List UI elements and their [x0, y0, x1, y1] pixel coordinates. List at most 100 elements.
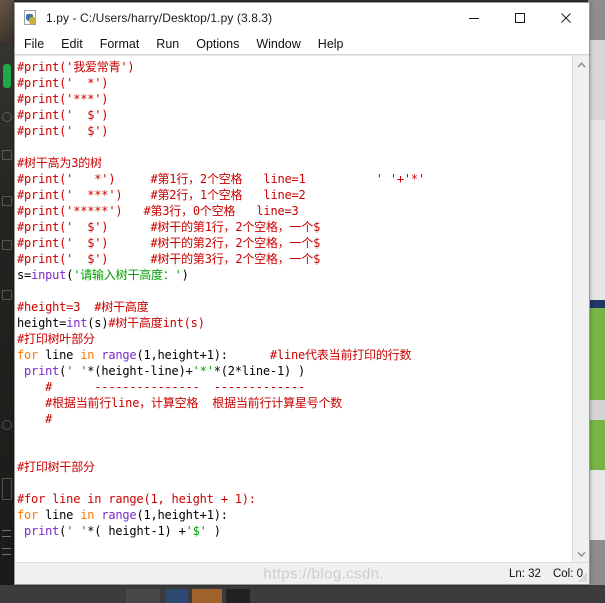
- code-token: # --------------- -------------: [17, 380, 306, 394]
- code-token: s=: [17, 268, 32, 282]
- code-line: s=input('请输入树干高度：'): [17, 267, 572, 283]
- code-line: #print(' $'): [17, 107, 572, 123]
- code-line: #print(' ***') #第2行，1个空格 line=2: [17, 187, 572, 203]
- window-controls: [451, 3, 589, 33]
- code-line: #: [17, 411, 572, 427]
- scroll-up-button[interactable]: [573, 56, 589, 73]
- menu-item-help[interactable]: Help: [318, 34, 352, 54]
- resize-grip-icon[interactable]: [576, 571, 588, 583]
- code-token: (1,height+1):: [136, 348, 270, 362]
- code-token: #打印树干部分: [17, 460, 95, 474]
- minimize-button[interactable]: [451, 3, 497, 33]
- taskbar-icon-browser[interactable]: [2, 290, 12, 300]
- code-token: range: [101, 508, 137, 522]
- code-line: for line in range(1,height+1): #line代表当前…: [17, 347, 572, 363]
- code-token: #print(' $'): [17, 108, 109, 122]
- taskbar-button[interactable]: [226, 589, 250, 603]
- menu-item-edit[interactable]: Edit: [61, 34, 91, 54]
- code-token: print: [24, 524, 60, 538]
- code-text-area[interactable]: #print('我爱常青') #print(' *') #print('***') #…: [15, 56, 572, 562]
- bottom-taskbar[interactable]: [0, 585, 605, 603]
- code-token: #print('***'): [17, 92, 109, 106]
- python-file-icon: [23, 10, 39, 26]
- code-line: #print('*****') #第3行，0个空格 line=3: [17, 203, 572, 219]
- menu-item-options[interactable]: Options: [196, 34, 247, 54]
- code-token: ' ': [66, 364, 88, 378]
- taskbar-divider-line: [2, 536, 11, 537]
- chevron-up-icon: [576, 61, 586, 67]
- code-token: height=: [17, 316, 67, 330]
- maximize-icon: [515, 13, 525, 23]
- watermark-text: https://blog.csdn.: [263, 565, 385, 582]
- window-titlebar[interactable]: 1.py - C:/Users/harry/Desktop/1.py (3.8.…: [15, 3, 589, 33]
- taskbar-button[interactable]: [126, 589, 160, 603]
- menu-item-window[interactable]: Window: [256, 34, 308, 54]
- code-token: *(height-line)+: [87, 364, 193, 378]
- code-token: #打印树叶部分: [17, 332, 95, 346]
- menu-item-run[interactable]: Run: [156, 34, 187, 54]
- close-button[interactable]: [543, 3, 589, 33]
- code-line: #打印树叶部分: [17, 331, 572, 347]
- code-line: #print(' $'): [17, 123, 572, 139]
- code-line: #print(' *') #第1行，2个空格 line=1 ' '+'*': [17, 171, 572, 187]
- code-token: in: [80, 508, 95, 522]
- code-token: #根据当前行line，计算空格 根据当前行计算星号个数: [17, 396, 343, 410]
- code-token: #for line in range(1, height + 1):: [17, 492, 256, 506]
- code-token: ): [181, 268, 189, 282]
- code-token: '$': [185, 524, 207, 538]
- code-token: #height=3 #树干高度: [17, 300, 149, 314]
- code-token: '请输入树干高度：': [73, 268, 182, 282]
- menu-item-file[interactable]: File: [24, 34, 52, 54]
- code-line: for line in range(1,height+1):: [17, 507, 572, 523]
- scroll-down-button[interactable]: [573, 545, 589, 562]
- code-line: #print(' $') #树干的第1行，2个空格，一个$: [17, 219, 572, 235]
- taskbar-button[interactable]: [192, 589, 222, 603]
- chevron-down-icon: [576, 551, 586, 557]
- code-line: height=int(s)#树干高度int(s): [17, 315, 572, 331]
- code-token: #print('*****') #第3行，0个空格 line=3: [17, 204, 299, 218]
- code-token: #print('我爱常青'): [17, 60, 135, 74]
- desktop-right-strip: [588, 0, 605, 603]
- code-line: #for line in range(1, height + 1):: [17, 491, 572, 507]
- line-indicator: Ln: 32: [508, 567, 541, 580]
- code-token: #print(' $') #树干的第2行，2个空格，一个$: [17, 236, 321, 250]
- taskbar-active-indicator: [3, 64, 11, 88]
- taskbar-icon-globe[interactable]: [2, 420, 12, 430]
- menu-item-format[interactable]: Format: [100, 34, 148, 54]
- close-icon: [561, 13, 571, 23]
- code-token: #树干高度int(s): [108, 316, 205, 330]
- minimize-icon: [469, 18, 479, 19]
- code-token: input: [31, 268, 67, 282]
- taskbar-icon-document[interactable]: [2, 196, 12, 206]
- code-token: line: [38, 348, 81, 362]
- code-token: print: [24, 364, 60, 378]
- window-title: 1.py - C:/Users/harry/Desktop/1.py (3.8.…: [46, 11, 273, 25]
- code-line: #print(' $') #树干的第3行，2个空格，一个$: [17, 251, 572, 267]
- code-token: for: [17, 508, 39, 522]
- idle-editor-window: 1.py - C:/Users/harry/Desktop/1.py (3.8.…: [14, 2, 590, 585]
- vertical-scrollbar[interactable]: [572, 56, 589, 562]
- taskbar-icon-app[interactable]: [2, 240, 12, 250]
- code-token: #print(' *'): [17, 76, 109, 90]
- code-token: #print(' ***') #第2行，1个空格 line=2: [17, 188, 306, 202]
- code-token: for: [17, 348, 39, 362]
- taskbar-icon-circle[interactable]: [2, 112, 12, 122]
- taskbar-icon-window[interactable]: [2, 478, 12, 500]
- left-taskbar[interactable]: [0, 0, 14, 585]
- code-token: (1,height+1):: [136, 508, 228, 522]
- maximize-button[interactable]: [497, 3, 543, 33]
- code-token: #print(' $') #树干的第1行，2个空格，一个$: [17, 220, 321, 234]
- code-line: #打印树干部分: [17, 459, 572, 475]
- code-line: #print(' *'): [17, 75, 572, 91]
- code-line: #print(' $') #树干的第2行，2个空格，一个$: [17, 235, 572, 251]
- taskbar-icon-folder[interactable]: [2, 150, 12, 160]
- code-line: print(' '*(height-line)+'*'*(2*line-1) ): [17, 363, 572, 379]
- code-token: in: [80, 348, 95, 362]
- code-token: #: [17, 412, 53, 426]
- code-line: print(' '*( height-1) +'$' ): [17, 523, 572, 539]
- taskbar-button[interactable]: [166, 589, 188, 603]
